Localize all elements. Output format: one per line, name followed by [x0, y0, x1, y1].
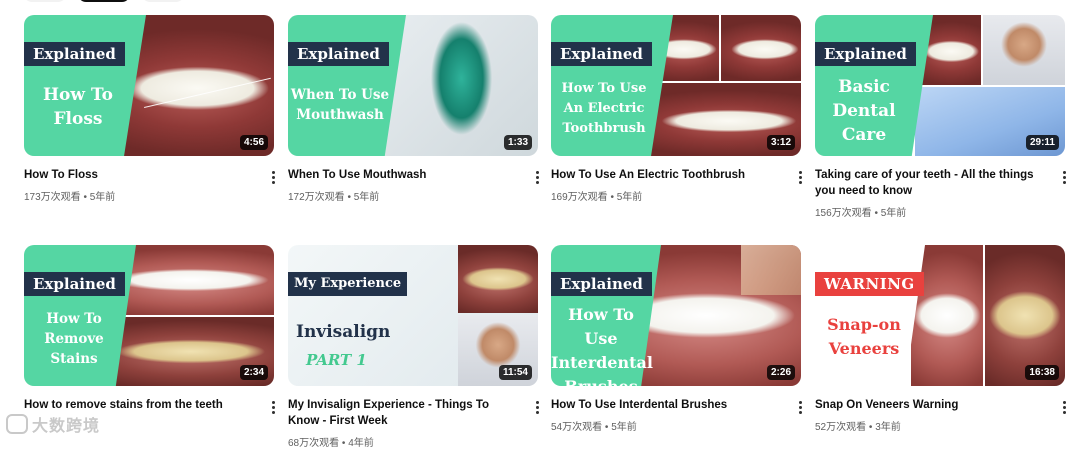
video-grid: Explained How To Floss 4:56 How To Floss…: [0, 0, 1080, 449]
view-count: 156万次观看: [815, 208, 872, 219]
watermark-icon: [6, 414, 28, 434]
video-title[interactable]: When To Use Mouthwash: [288, 167, 516, 183]
more-options-icon[interactable]: [793, 167, 807, 187]
more-options-icon[interactable]: [793, 397, 807, 417]
view-count: 173万次观看: [24, 192, 81, 203]
thumbnail-banner: Explained: [24, 42, 125, 66]
video-duration: 1:33: [503, 135, 532, 150]
video-meta: 156万次观看 • 5年前: [815, 204, 906, 219]
more-options-icon[interactable]: [530, 167, 544, 187]
video-meta: 169万次观看 • 5年前: [551, 188, 642, 203]
video-duration: 11:54: [498, 365, 532, 380]
thumbnail-text: When To Use Mouthwash: [290, 87, 390, 123]
video-thumbnail[interactable]: Explained How To Use Interdental Brushes…: [551, 245, 801, 386]
video-title[interactable]: How To Floss: [24, 167, 252, 183]
meta-separator: •: [80, 192, 90, 203]
view-count: 52万次观看: [815, 422, 867, 433]
view-count: 54万次观看: [551, 422, 603, 433]
watermark-text: 大数跨境: [32, 418, 101, 435]
upload-age: 5年前: [880, 208, 907, 219]
meta-separator: •: [602, 422, 612, 433]
more-options-icon[interactable]: [266, 167, 280, 187]
thumbnail-subtext: PART 1: [306, 351, 367, 369]
video-title[interactable]: How to remove stains from the teeth: [24, 397, 252, 413]
upload-age: 4年前: [348, 438, 374, 449]
meta-separator: •: [866, 422, 876, 433]
video-title[interactable]: Taking care of your teeth - All the thin…: [815, 167, 1043, 199]
video-title[interactable]: Snap On Veneers Warning: [815, 397, 1043, 413]
video-duration: 2:34: [239, 365, 268, 380]
meta-separator: •: [871, 208, 881, 219]
video-title[interactable]: How To Use An Electric Toothbrush: [551, 167, 779, 183]
video-title[interactable]: How To Use Interdental Brushes: [551, 397, 779, 413]
thumbnail-banner: Explained: [551, 272, 652, 296]
video-thumbnail[interactable]: Explained Basic Dental Care 29:11: [815, 15, 1065, 156]
thumbnail-banner: Explained: [24, 272, 125, 296]
thumbnail-banner: Explained: [815, 42, 916, 66]
video-meta: 172万次观看 • 5年前: [288, 188, 379, 203]
thumbnail-photo: [458, 245, 538, 313]
more-options-icon[interactable]: [1057, 167, 1071, 187]
meta-separator: •: [607, 192, 617, 203]
view-count: 172万次观看: [288, 192, 345, 203]
thumbnail-photo: [983, 15, 1065, 85]
thumbnail-text: How To Floss: [43, 85, 113, 129]
thumbnail-photo: [721, 15, 801, 81]
video-meta: 52万次观看 • 3年前: [815, 418, 901, 433]
video-meta: 54万次观看 • 5年前: [551, 418, 637, 433]
view-count: 68万次观看: [288, 438, 340, 449]
thumbnail-text: How To Use An Electric Toothbrush: [561, 81, 647, 136]
video-duration: 4:56: [239, 135, 268, 150]
thumbnail-text: Snap-on Veneers: [827, 315, 901, 358]
more-options-icon[interactable]: [1057, 397, 1071, 417]
video-duration: 2:26: [766, 365, 795, 380]
thumbnail-banner: My Experience: [288, 272, 408, 296]
video-meta: 68万次观看 • 4年前: [288, 434, 374, 449]
thumbnail-banner: Explained: [288, 42, 389, 66]
upload-age: 5年前: [353, 192, 380, 203]
thumbnail-banner: WARNING: [815, 272, 924, 296]
thumbnail-photo: [741, 245, 801, 295]
upload-age: 5年前: [616, 192, 643, 203]
video-thumbnail[interactable]: My Experience Invisalign PART 1 11:54: [288, 245, 538, 386]
video-title[interactable]: My Invisalign Experience - Things To Kno…: [288, 397, 516, 429]
video-thumbnail[interactable]: Explained How To Use An Electric Toothbr…: [551, 15, 801, 156]
video-meta: 173万次观看 • 5年前: [24, 188, 115, 203]
thumbnail-banner: Explained: [551, 42, 652, 66]
watermark: 大数跨境: [6, 412, 100, 436]
upload-age: 5年前: [89, 192, 116, 203]
thumbnail-text: How To Remove Stains: [44, 311, 104, 367]
more-options-icon[interactable]: [266, 397, 280, 417]
video-thumbnail[interactable]: Explained How To Floss 4:56: [24, 15, 274, 156]
thumbnail-text: How To Use Interdental Brushes: [551, 305, 653, 386]
video-duration: 29:11: [1025, 135, 1059, 150]
thumbnail-text: Basic Dental Care: [832, 77, 896, 145]
meta-separator: •: [339, 438, 349, 449]
video-thumbnail[interactable]: Explained When To Use Mouthwash 1:33: [288, 15, 538, 156]
thumbnail-text: Invisalign: [296, 322, 391, 342]
meta-separator: •: [344, 192, 354, 203]
video-duration: 16:38: [1025, 365, 1059, 380]
video-duration: 3:12: [766, 135, 795, 150]
video-thumbnail[interactable]: WARNING Snap-on Veneers 16:38: [815, 245, 1065, 386]
video-thumbnail[interactable]: Explained How To Remove Stains 2:34: [24, 245, 274, 386]
upload-age: 3年前: [875, 422, 901, 433]
upload-age: 5年前: [611, 422, 637, 433]
more-options-icon[interactable]: [530, 397, 544, 417]
view-count: 169万次观看: [551, 192, 608, 203]
